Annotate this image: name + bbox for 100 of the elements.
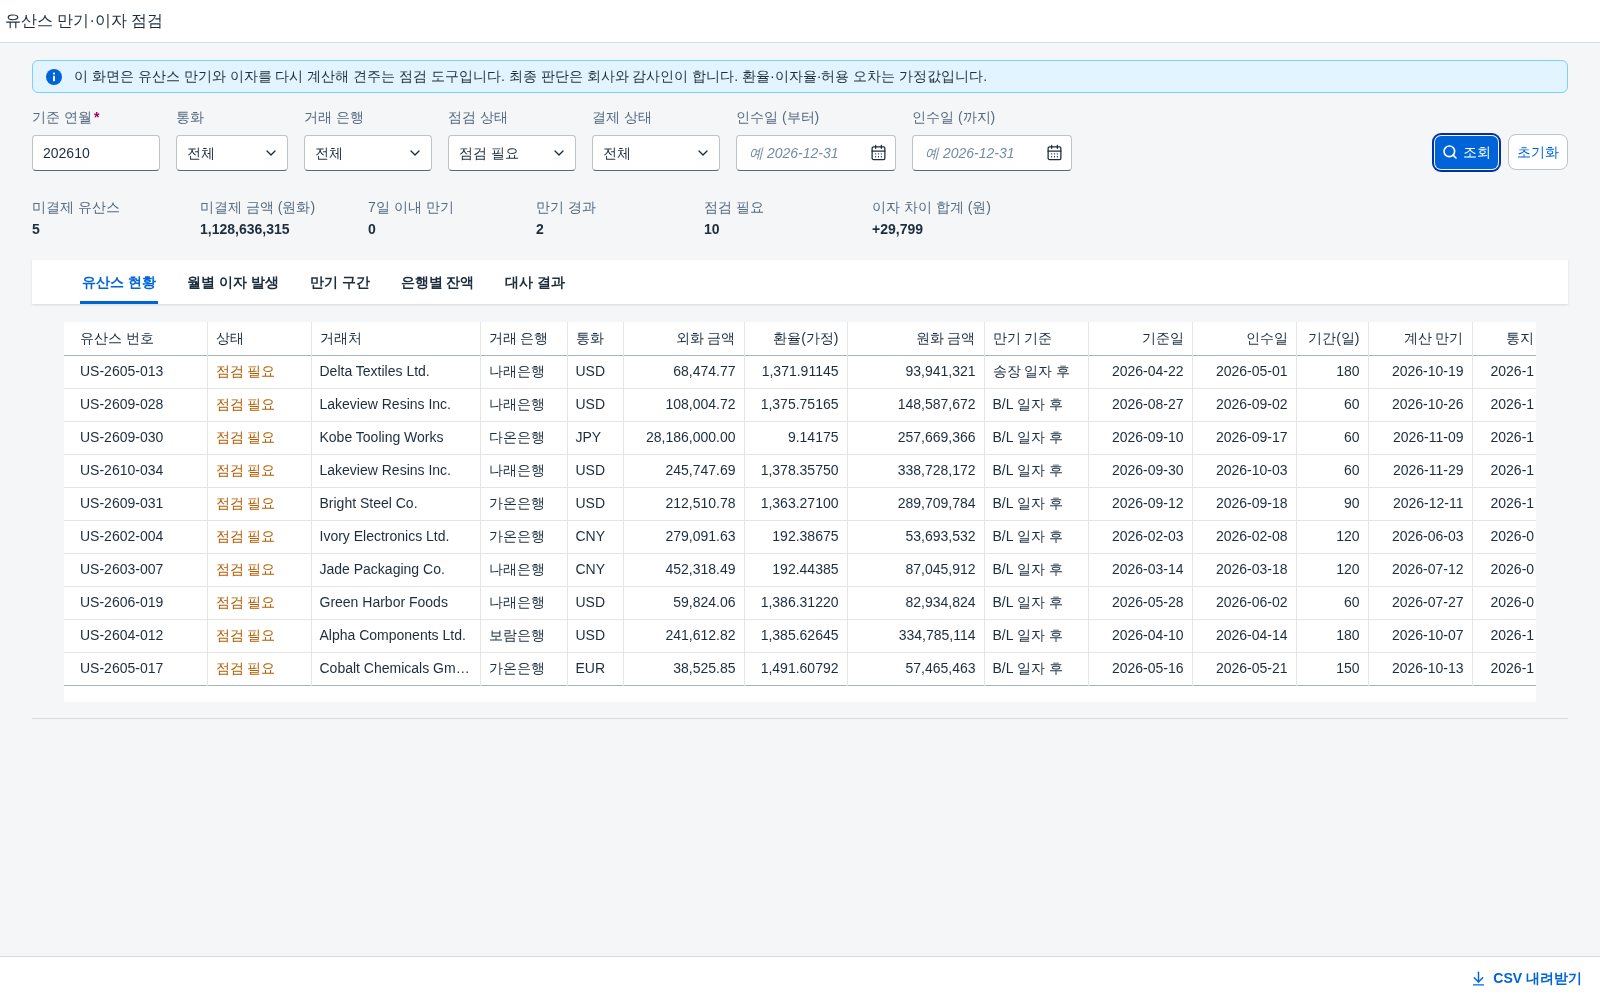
- table-cell: 2026-04-10: [1088, 619, 1192, 652]
- table-cell: US-2602-004: [64, 520, 207, 553]
- calendar-icon: [1046, 144, 1063, 161]
- table-cell: 53,693,532: [847, 520, 984, 553]
- kpi-value: 2: [536, 221, 545, 237]
- table-cell: USD: [567, 355, 623, 388]
- kpi-value: 10: [704, 221, 721, 237]
- table-cell: 1,371.91145: [744, 355, 847, 388]
- table-cell: 212,510.78: [623, 487, 744, 520]
- table-cell: Cobalt Chemicals Gm…: [311, 652, 480, 685]
- select-field[interactable]: 전체: [592, 135, 720, 171]
- tab[interactable]: 대사 결과: [503, 260, 568, 304]
- table-cell: 2026-02-08: [1192, 520, 1296, 553]
- table-cell: B/L 일자 후: [984, 421, 1088, 454]
- table-cell: 1,491.60792: [744, 652, 847, 685]
- tab[interactable]: 월별 이자 발생: [184, 260, 281, 304]
- table-cell: USD: [567, 388, 623, 421]
- kpi-label: 7일 이내 만기: [368, 199, 455, 215]
- column-header: 상태: [207, 322, 311, 355]
- table-cell: 2026-09-18: [1192, 487, 1296, 520]
- status-cell: 점검 필요: [207, 652, 311, 685]
- month-input[interactable]: 202610: [32, 135, 160, 171]
- table-cell: Bright Steel Co.: [311, 487, 480, 520]
- table-cell: 1,375.75165: [744, 388, 847, 421]
- table-cell: Alpha Components Ltd.: [311, 619, 480, 652]
- table-cell: 다온은행: [480, 421, 567, 454]
- filter-label: 거래 은행: [304, 107, 364, 127]
- table-cell: 108,004.72: [623, 388, 744, 421]
- search-button[interactable]: 조회: [1435, 135, 1498, 169]
- table-cell: 82,934,824: [847, 586, 984, 619]
- column-header: 기간(일): [1296, 322, 1368, 355]
- table-cell: 57,465,463: [847, 652, 984, 685]
- tab[interactable]: 만기 구간: [307, 260, 372, 304]
- table-cell: 192.44385: [744, 553, 847, 586]
- kpi-value: 5: [32, 221, 41, 237]
- select-field[interactable]: 전체: [304, 135, 432, 171]
- table-cell: US-2604-012: [64, 619, 207, 652]
- date-field[interactable]: 예 2026-12-31: [736, 135, 896, 171]
- status-cell: 점검 필요: [207, 619, 311, 652]
- column-header: 거래 은행: [480, 322, 567, 355]
- table-cell: 2026-1: [1472, 652, 1536, 685]
- table-cell: Lakeview Resins Inc.: [311, 454, 480, 487]
- filter-label: 결제 상태: [592, 107, 652, 127]
- table-cell: 1,386.31220: [744, 586, 847, 619]
- table-cell: US-2610-034: [64, 454, 207, 487]
- table-cell: 2026-11-29: [1368, 454, 1472, 487]
- table-cell: 나래은행: [480, 553, 567, 586]
- table-cell: B/L 일자 후: [984, 652, 1088, 685]
- table-cell: 가온은행: [480, 487, 567, 520]
- kpi-label: 미결제 금액 (원화): [200, 199, 317, 215]
- table-cell: 2026-04-14: [1192, 619, 1296, 652]
- table-cell: 2026-10-13: [1368, 652, 1472, 685]
- tab[interactable]: 은행별 잔액: [398, 260, 477, 304]
- table-cell: US-2605-017: [64, 652, 207, 685]
- column-header: 계산 만기: [1368, 322, 1472, 355]
- table-cell: 1,363.27100: [744, 487, 847, 520]
- status-cell: 점검 필요: [207, 355, 311, 388]
- table-cell: US-2606-019: [64, 586, 207, 619]
- table-cell: 2026-09-17: [1192, 421, 1296, 454]
- column-header: 기준일: [1088, 322, 1192, 355]
- table-cell: USD: [567, 454, 623, 487]
- table-cell: 60: [1296, 586, 1368, 619]
- tab[interactable]: 유산스 현황: [80, 260, 158, 304]
- table-cell: 192.38675: [744, 520, 847, 553]
- table-cell: 2026-08-27: [1088, 388, 1192, 421]
- table-cell: 2026-03-18: [1192, 553, 1296, 586]
- table-cell: 180: [1296, 355, 1368, 388]
- status-cell: 점검 필요: [207, 421, 311, 454]
- table-cell: 2026-03-14: [1088, 553, 1192, 586]
- table-cell: 9.14175: [744, 421, 847, 454]
- column-header: 통화: [567, 322, 623, 355]
- column-header: 원화 금액: [847, 322, 984, 355]
- table-cell: 241,612.82: [623, 619, 744, 652]
- table-cell: 2026-09-12: [1088, 487, 1192, 520]
- table-cell: 120: [1296, 553, 1368, 586]
- page-title: 유산스 만기·이자 점검: [5, 11, 164, 31]
- table-cell: 나래은행: [480, 454, 567, 487]
- kpi-value: 1,128,636,315: [200, 221, 291, 237]
- kpi-value: 0: [368, 221, 377, 237]
- select-field[interactable]: 점검 필요: [448, 135, 576, 171]
- select-field[interactable]: 전체: [176, 135, 288, 171]
- table-cell: 68,474.77: [623, 355, 744, 388]
- table-cell: 334,785,114: [847, 619, 984, 652]
- column-header: 환율(가정): [744, 322, 847, 355]
- table-cell: 1,385.62645: [744, 619, 847, 652]
- csv-download-button[interactable]: CSV 내려받기: [1470, 968, 1582, 989]
- filter-label: 인수일 (까지): [912, 107, 996, 127]
- table-cell: 2026-1: [1472, 619, 1536, 652]
- reset-button[interactable]: 초기화: [1508, 134, 1568, 170]
- table-cell: 2026-07-27: [1368, 586, 1472, 619]
- table-cell: US-2609-031: [64, 487, 207, 520]
- date-field[interactable]: 예 2026-12-31: [912, 135, 1072, 171]
- table-cell: US-2605-013: [64, 355, 207, 388]
- table-cell: 2026-02-03: [1088, 520, 1192, 553]
- table-cell: 2026-1: [1472, 487, 1536, 520]
- info-text: 이 화면은 유산스 만기와 이자를 다시 계산해 견주는 점검 도구입니다. 최종 판단은 회사와 감사인이 합니다. 환율·이자율·허용 오차는 가정값입니다.: [74, 67, 988, 86]
- table-cell: 2026-04-22: [1088, 355, 1192, 388]
- table-cell: Lakeview Resins Inc.: [311, 388, 480, 421]
- filter-label: 점검 상태: [448, 107, 508, 127]
- table-cell: B/L 일자 후: [984, 619, 1088, 652]
